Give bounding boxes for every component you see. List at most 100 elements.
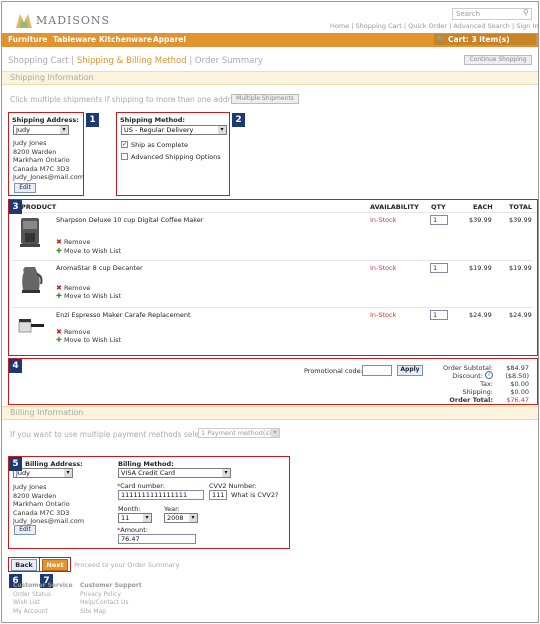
billing-address-label: Billing Address: (25, 460, 83, 468)
col-availability: AVAILABILITY (370, 203, 419, 211)
category-nav: Furniture Tableware Kitchenware Apparel … (2, 33, 538, 55)
shipping-method-box: Shipping Method: US - Regular Delivery ✓… (116, 112, 230, 196)
multiple-shipments-button[interactable]: Multiple Shipments (231, 94, 299, 104)
shipping-section-title: Shipping Information (2, 71, 538, 85)
footer-customer-support: Customer Support Privacy Policy Help/Con… (80, 582, 142, 615)
product-list-box: PRODUCT AVAILABILITY QTY EACH TOTAL Shar… (8, 199, 538, 356)
cart-icon: 🛒 (437, 35, 446, 43)
footer-link-order-status[interactable]: Order Status (13, 591, 51, 598)
search-input[interactable]: Search (452, 8, 532, 20)
table-row: Sharpson Deluxe 10 cup Digital Coffee Ma… (9, 213, 537, 259)
row-total: $19.99 (509, 264, 532, 272)
shipping-address-select[interactable]: Judy (13, 125, 69, 135)
top-links[interactable]: Home | Shopping Cart | Quick Order | Adv… (330, 22, 538, 30)
amount-input[interactable]: 76.47 (118, 534, 196, 544)
footer-link-site-map[interactable]: Site Map (80, 608, 106, 615)
nav-kitchenware[interactable]: Kitchenware (99, 35, 152, 44)
product-name[interactable]: Sharpson Deluxe 10 cup Digital Coffee Ma… (56, 216, 203, 224)
payment-method-count-select[interactable]: 1 Payment method(s) (198, 428, 280, 438)
callout-5: 5 (9, 457, 22, 471)
year-select[interactable]: 2008 (164, 513, 198, 523)
qty-input[interactable]: 1 (430, 263, 448, 273)
card-number-input[interactable]: 1111111111111111 (118, 490, 204, 500)
crumb-shipping-billing: Shipping & Billing Method (76, 56, 187, 66)
footer-link-my-account[interactable]: My Account (13, 608, 48, 615)
card-number-label: *Card number: (117, 482, 165, 490)
wishlist-link[interactable]: ✚ Move to Wish List (56, 336, 121, 344)
footer-link-wish-list[interactable]: Wish List (13, 599, 40, 606)
remove-link[interactable]: ✖ Remove (56, 328, 90, 336)
crumb-shopping-cart[interactable]: Shopping Cart (8, 56, 69, 66)
nav-apparel[interactable]: Apparel (153, 35, 186, 44)
remove-link[interactable]: ✖ Remove (56, 238, 90, 246)
cart-label: Cart: 3 item(s) $76.47 (448, 35, 510, 55)
each-price: $24.99 (469, 311, 492, 319)
continue-shopping-button[interactable]: Continue Shopping (464, 55, 532, 65)
tax-value: $0.00 (510, 380, 529, 388)
billing-method-label: Billing Method: (118, 460, 174, 468)
search-icon[interactable]: ⚲ (523, 8, 529, 17)
month-label: Month: (118, 505, 141, 513)
shipping-method-label: Shipping Method: (120, 116, 185, 124)
plus-icon: ✚ (56, 336, 62, 344)
next-button[interactable]: Next (42, 559, 68, 571)
remove-icon: ✖ (56, 238, 62, 246)
col-each: EACH (473, 203, 493, 211)
discount-value: ($8.50) (505, 372, 529, 380)
back-button[interactable]: Back (11, 559, 37, 571)
wishlist-link[interactable]: ✚ Move to Wish List (56, 247, 121, 255)
coffee-maker-image[interactable] (17, 216, 43, 248)
billing-address-select[interactable]: Judy (13, 468, 73, 478)
logo-text: MADISONS (36, 14, 111, 27)
table-row: AromaStar 8 cup Decanter In-Stock 1 $19.… (9, 261, 537, 307)
product-name[interactable]: Enzi Espresso Maker Carafe Replacement (56, 311, 191, 319)
qty-input[interactable]: 1 (430, 310, 448, 320)
order-summary-box: Promotional code: Apply Order Subtotal: … (8, 358, 538, 405)
billing-address-text: Judy Jones 8200 Warden Markham Ontario Cana… (13, 483, 85, 525)
apply-button[interactable]: Apply (397, 365, 423, 376)
billing-edit-button[interactable]: Edit (14, 525, 36, 535)
billing-method-select[interactable]: VISA Credit Card (118, 468, 231, 478)
shipping-edit-button[interactable]: Edit (14, 183, 36, 193)
footer-customer-service: Customer Service Order Status Wish List … (13, 582, 73, 615)
crumb-order-summary: Order Summary (194, 56, 263, 66)
nav-tableware[interactable]: Tableware (53, 35, 96, 44)
footer-link-privacy[interactable]: Privacy Policy (80, 591, 121, 598)
footer-link-help[interactable]: Help/Contact Us (80, 599, 128, 606)
next-button-frame: Next (39, 557, 71, 572)
remove-link[interactable]: ✖ Remove (56, 284, 90, 292)
page-frame: MADISONS Search ⚲ Home | Shopping Cart |… (1, 1, 539, 623)
remove-icon: ✖ (56, 284, 62, 292)
shipping-address-box: Shipping Address: Judy Judy Jones8200 Wa… (8, 112, 84, 196)
shipping-address-text: Judy Jones 8200 Warden Markham Ontario Cana… (13, 139, 85, 181)
order-total-label: Order Total: (449, 396, 493, 404)
product-name[interactable]: AromaStar 8 cup Decanter (56, 264, 143, 272)
table-row: Enzi Espresso Maker Carafe Replacement I… (9, 308, 537, 354)
row-total: $39.99 (509, 216, 532, 224)
what-is-cvv-link[interactable]: What is CVV2? (231, 491, 278, 499)
mini-cart[interactable]: 🛒 Cart: 3 item(s) $76.47 (434, 34, 536, 55)
order-total-value: $76.47 (506, 396, 529, 404)
month-select[interactable]: 11 (118, 513, 152, 523)
qty-input[interactable]: 1 (430, 215, 448, 225)
shipping-method-select[interactable]: US - Regular Delivery (121, 125, 227, 135)
carafe-image[interactable] (15, 314, 45, 336)
nav-furniture[interactable]: Furniture (8, 35, 47, 44)
plus-icon: ✚ (56, 292, 62, 300)
wishlist-link[interactable]: ✚ Move to Wish List (56, 292, 121, 300)
info-icon[interactable]: i (485, 371, 493, 379)
ship-complete-label: Ship as Complete (131, 141, 189, 149)
promo-code-input[interactable] (362, 365, 392, 376)
decanter-image[interactable] (17, 264, 43, 296)
year-label: Year: (164, 505, 180, 513)
subtotal-value: $84.97 (506, 364, 529, 372)
billing-section-title: Billing Information (2, 406, 538, 420)
shipping-address-label: Shipping Address: (12, 116, 79, 124)
multiple-shipments-hint: Click multiple shipments if shipping to … (10, 95, 243, 104)
madisons-logo[interactable]: MADISONS (16, 10, 109, 30)
callout-4: 4 (9, 359, 22, 373)
row-total: $24.99 (509, 311, 532, 319)
advanced-shipping-checkbox[interactable] (121, 153, 128, 160)
ship-complete-checkbox[interactable]: ✓ (121, 141, 128, 148)
cvv-input[interactable]: 111 (209, 490, 227, 500)
